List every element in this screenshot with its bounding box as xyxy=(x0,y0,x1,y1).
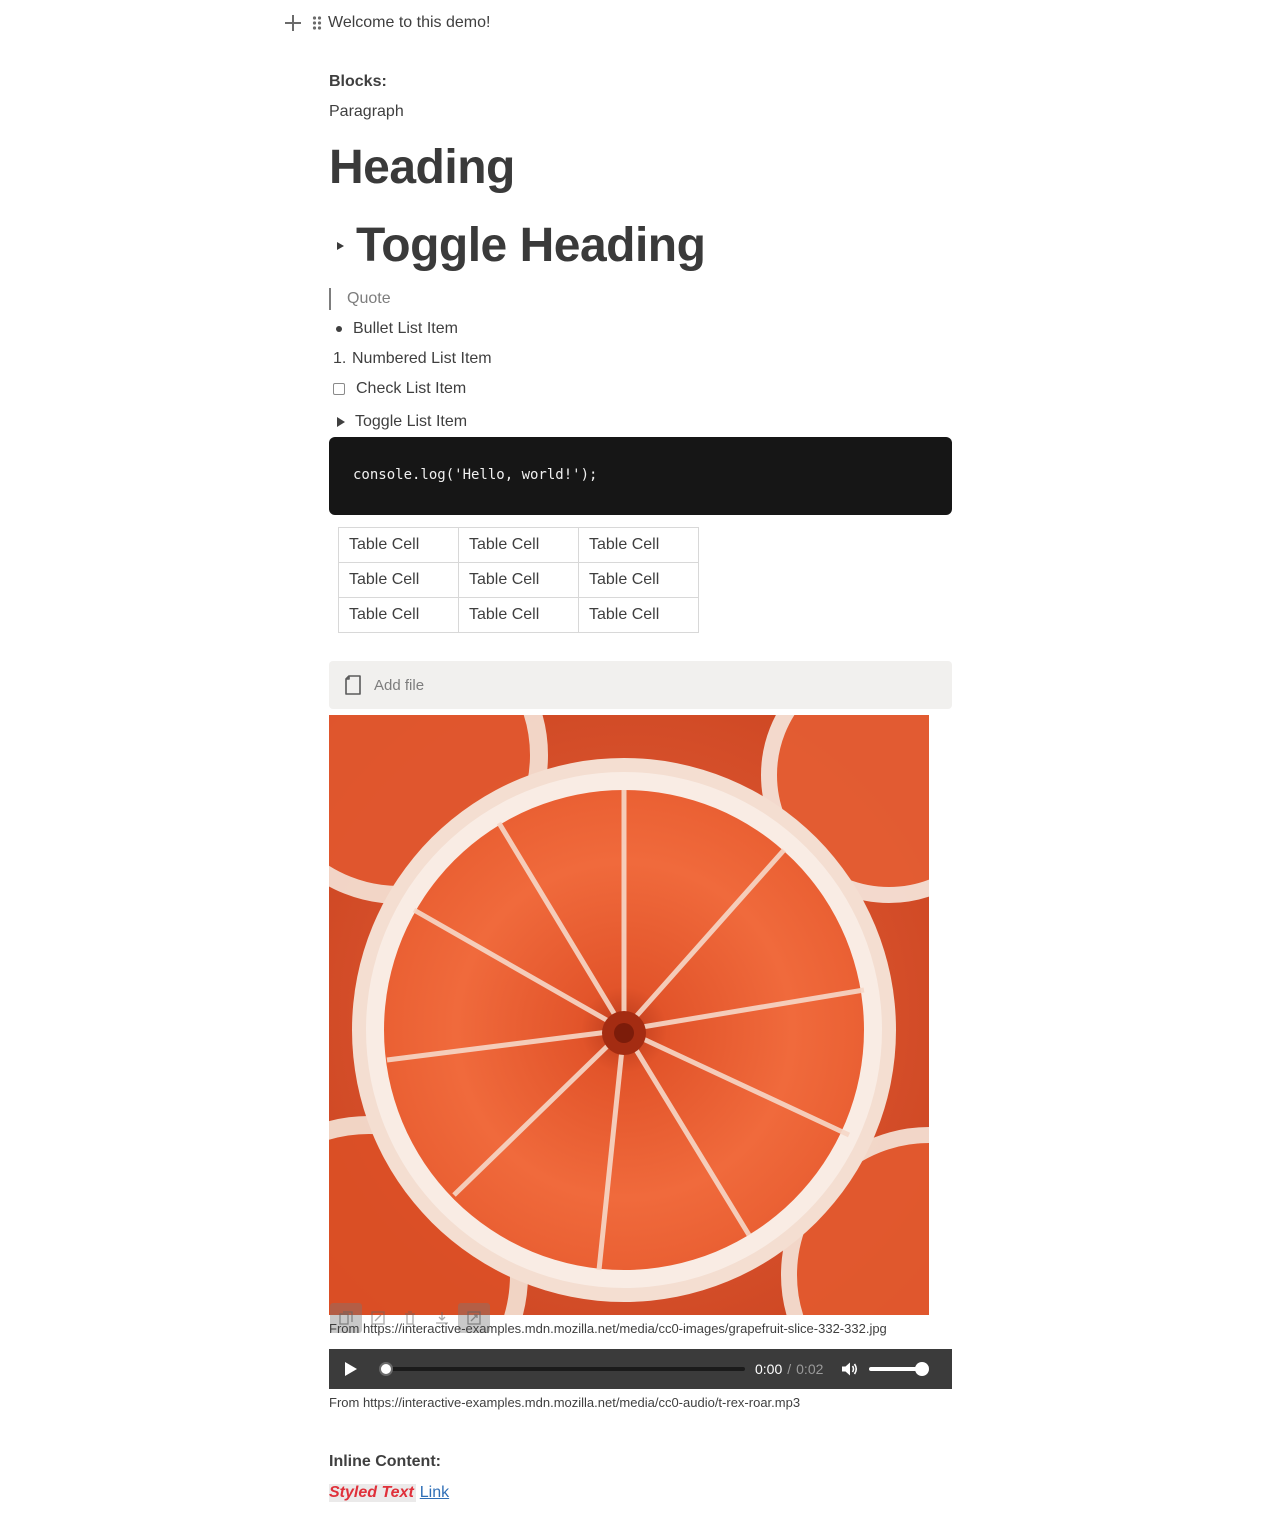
play-icon[interactable] xyxy=(345,1362,357,1376)
quote-block[interactable]: Quote xyxy=(329,288,391,310)
table-cell[interactable]: Table Cell xyxy=(338,562,459,598)
table-row: Table Cell Table Cell Table Cell xyxy=(338,597,699,633)
intro-paragraph[interactable]: Welcome to this demo! xyxy=(328,14,490,32)
toggle-list-text[interactable]: Toggle List Item xyxy=(355,413,467,431)
duration: 0:02 xyxy=(796,1361,824,1377)
plus-icon[interactable] xyxy=(284,14,302,32)
blocks-label[interactable]: Blocks: xyxy=(329,73,387,91)
numbered-list-item: 1. Numbered List Item xyxy=(329,348,492,370)
toggle-arrow-icon[interactable] xyxy=(337,242,344,250)
current-time: 0:00 xyxy=(755,1361,783,1377)
drag-handle-icon[interactable] xyxy=(312,15,322,31)
inline-content-label[interactable]: Inline Content: xyxy=(329,1453,441,1471)
inline-content-row: Styled Text Link xyxy=(329,1482,449,1504)
seek-thumb[interactable] xyxy=(379,1362,393,1376)
styled-text[interactable]: Styled Text xyxy=(329,1484,416,1502)
table-cell[interactable]: Table Cell xyxy=(338,527,459,563)
table-cell[interactable]: Table Cell xyxy=(578,597,699,633)
link[interactable]: Link xyxy=(420,1484,449,1502)
list-number: 1. xyxy=(333,350,347,367)
audio-player: 0:00 / 0:02 xyxy=(329,1349,952,1389)
toggle-list-item: Toggle List Item xyxy=(329,411,467,433)
volume-thumb[interactable] xyxy=(915,1362,930,1376)
image-caption: From https://interactive-examples.mdn.mo… xyxy=(329,1321,887,1336)
bullet-list-text[interactable]: Bullet List Item xyxy=(353,320,458,338)
volume-slider[interactable] xyxy=(869,1362,930,1376)
file-icon xyxy=(344,675,362,695)
add-file-button[interactable]: Add file xyxy=(329,661,952,709)
add-file-label: Add file xyxy=(374,676,425,694)
table-cell[interactable]: Table Cell xyxy=(458,527,579,563)
block-header-row: Welcome to this demo! xyxy=(284,10,490,36)
toggle-arrow-icon[interactable] xyxy=(337,417,345,427)
check-list-item: Check List Item xyxy=(329,378,466,400)
table-cell[interactable]: Table Cell xyxy=(458,597,579,633)
table-cell[interactable]: Table Cell xyxy=(578,562,699,598)
table-row: Table Cell Table Cell Table Cell xyxy=(338,527,699,563)
table-cell[interactable]: Table Cell xyxy=(338,597,459,633)
volume-icon[interactable] xyxy=(841,1361,859,1377)
heading-block[interactable]: Heading xyxy=(329,136,515,200)
seek-slider[interactable] xyxy=(379,1362,745,1376)
code-text[interactable]: console.log('Hello, world!'); xyxy=(353,467,597,483)
code-block[interactable]: console.log('Hello, world!'); xyxy=(329,437,952,515)
grapefruit-image[interactable] xyxy=(329,715,929,1315)
audio-caption: From https://interactive-examples.mdn.mo… xyxy=(329,1395,801,1410)
bullet-list-item: Bullet List Item xyxy=(329,318,458,340)
check-list-text[interactable]: Check List Item xyxy=(356,380,466,398)
numbered-list-text[interactable]: Numbered List Item xyxy=(352,350,492,368)
checkbox[interactable] xyxy=(333,383,345,395)
toggle-heading-block: Toggle Heading xyxy=(332,214,706,278)
table-row: Table Cell Table Cell Table Cell xyxy=(338,562,699,598)
table-cell[interactable]: Table Cell xyxy=(578,527,699,563)
table-block: Table Cell Table Cell Table Cell Table C… xyxy=(338,527,699,633)
bullet-icon xyxy=(336,326,342,332)
toggle-heading-text[interactable]: Toggle Heading xyxy=(356,214,706,278)
table-cell[interactable]: Table Cell xyxy=(458,562,579,598)
paragraph-block[interactable]: Paragraph xyxy=(329,103,404,121)
time-separator: / xyxy=(787,1361,792,1377)
